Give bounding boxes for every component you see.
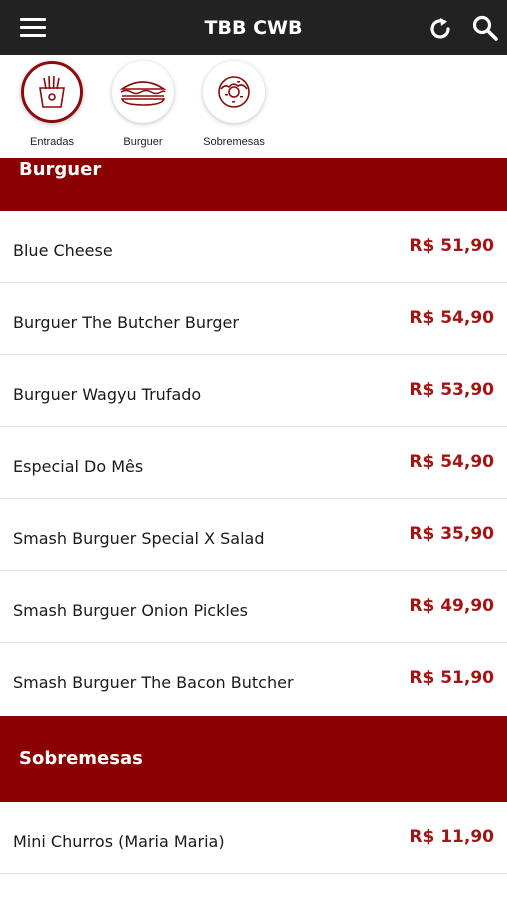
category-label: Entradas bbox=[29, 136, 75, 148]
section-title: Sobremesas bbox=[19, 748, 143, 769]
app-header: TBB CWB bbox=[0, 0, 507, 55]
menu-item[interactable]: Mini Churros (Maria Maria) R$ 11,90 bbox=[0, 802, 507, 874]
item-name: Mini Churros (Maria Maria) bbox=[13, 832, 225, 851]
menu-item[interactable]: Smash Burguer Onion Pickles R$ 49,90 bbox=[0, 571, 507, 643]
fries-icon bbox=[39, 75, 65, 108]
item-price: R$ 51,90 bbox=[409, 236, 494, 256]
item-price: R$ 53,90 bbox=[409, 380, 494, 400]
category-burguer[interactable]: Burguer bbox=[104, 61, 188, 157]
section-header-sobremesas: Sobremesas bbox=[0, 716, 507, 802]
item-price: R$ 51,90 bbox=[409, 668, 494, 688]
item-price: R$ 11,90 bbox=[409, 827, 494, 847]
item-price: R$ 54,90 bbox=[409, 452, 494, 472]
menu-item[interactable]: Especial Do Mês R$ 54,90 bbox=[0, 427, 507, 499]
item-price: R$ 35,90 bbox=[409, 524, 494, 544]
item-name: Blue Cheese bbox=[13, 241, 113, 260]
section-title: Burguer bbox=[19, 159, 102, 180]
menu-item[interactable]: Smash Burguer Special X Salad R$ 35,90 bbox=[0, 499, 507, 571]
category-burguer-circle bbox=[112, 61, 174, 123]
item-price: R$ 49,90 bbox=[409, 596, 494, 616]
menu-item[interactable]: Smash Burguer The Bacon Butcher R$ 51,90 bbox=[0, 643, 507, 715]
donut-icon bbox=[218, 76, 250, 108]
item-name: Smash Burguer Special X Salad bbox=[13, 529, 265, 548]
category-bar: Entradas Burguer Sobremesas bbox=[0, 55, 507, 158]
menu-list[interactable]: Burguer Blue Cheese R$ 51,90 Burguer The… bbox=[0, 158, 507, 900]
category-entradas-circle bbox=[21, 61, 83, 123]
menu-item[interactable]: Burguer The Butcher Burger R$ 54,90 bbox=[0, 283, 507, 355]
category-label: Sobremesas bbox=[203, 136, 265, 148]
item-name: Smash Burguer Onion Pickles bbox=[13, 601, 248, 620]
category-label: Burguer bbox=[123, 136, 163, 148]
menu-item[interactable]: Blue Cheese R$ 51,90 bbox=[0, 211, 507, 283]
refresh-icon[interactable] bbox=[426, 15, 454, 43]
section-header-burguer: Burguer bbox=[0, 158, 507, 211]
item-name: Burguer The Butcher Burger bbox=[13, 313, 239, 332]
item-name: Burguer Wagyu Trufado bbox=[13, 385, 202, 404]
category-sobremesas[interactable]: Sobremesas bbox=[195, 61, 279, 157]
item-name: Especial Do Mês bbox=[13, 457, 144, 476]
category-entradas[interactable]: Entradas bbox=[13, 61, 97, 157]
menu-item[interactable]: Burguer Wagyu Trufado R$ 53,90 bbox=[0, 355, 507, 427]
item-price: R$ 54,90 bbox=[409, 308, 494, 328]
category-sobremesas-circle bbox=[203, 61, 265, 123]
item-name: Smash Burguer The Bacon Butcher bbox=[13, 673, 294, 692]
sandwich-icon bbox=[119, 81, 167, 106]
search-icon[interactable] bbox=[471, 14, 499, 42]
